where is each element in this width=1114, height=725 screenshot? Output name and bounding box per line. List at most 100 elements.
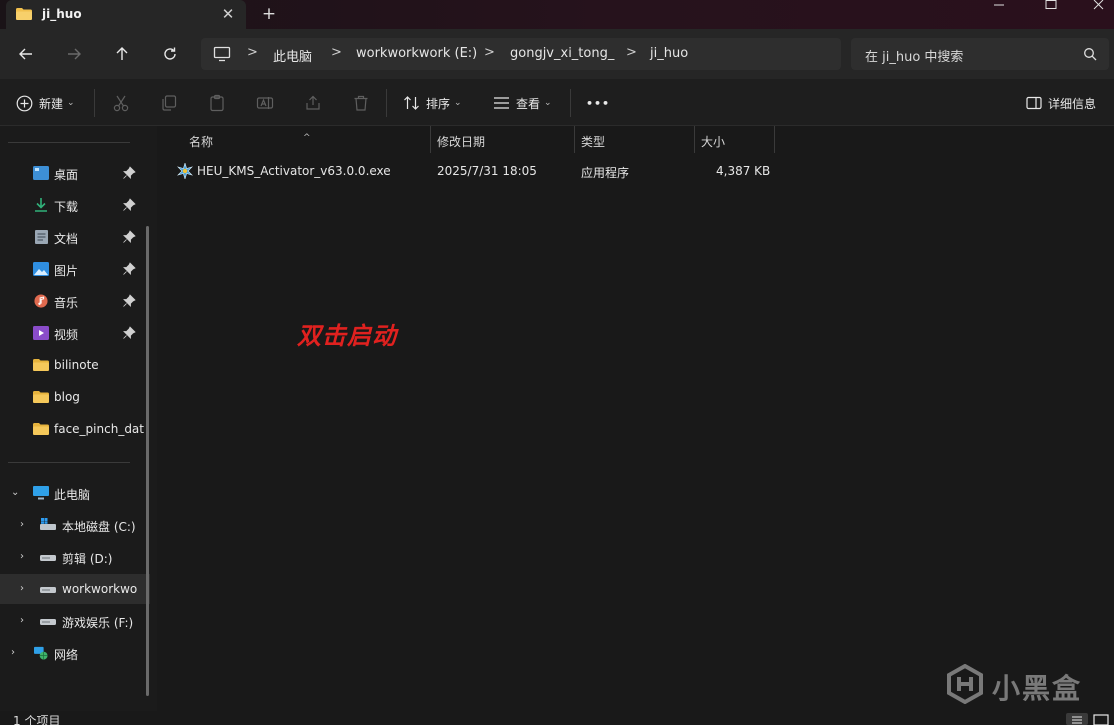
sidebar-item-blog[interactable]: blog [0,382,150,412]
breadcrumb-drive-e[interactable]: workworkwork (E:) [356,46,477,61]
breadcrumb-this-pc[interactable]: 此电脑 [273,46,312,65]
new-tab-button[interactable]: + [258,4,280,24]
close-icon[interactable] [1076,0,1114,10]
sidebar-item-desktop[interactable]: 桌面 [0,158,150,188]
plus-circle-icon [16,95,33,111]
music-icon [34,294,48,308]
pin-icon[interactable] [122,262,136,276]
file-type: 应用程序 [581,166,630,180]
sidebar-item-label: 本地磁盘 (C:) [62,520,136,534]
breadcrumb-separator: > [484,45,495,60]
column-header-size[interactable]: 大小 [695,126,774,153]
sort-ascending-icon: ^ [303,133,311,143]
network-icon [34,646,48,660]
new-button[interactable]: 新建 ⌄ [16,91,75,115]
column-header-name[interactable]: 名称 ^ [157,126,430,153]
share-icon[interactable] [304,94,322,112]
sidebar-item-videos[interactable]: 视频 [0,318,150,348]
sidebar-divider [8,462,130,463]
minimize-icon[interactable] [976,0,1022,10]
maximize-icon[interactable] [1028,0,1074,10]
command-bar: 新建 ⌄ 排序 ⌄ 查看 ⌄ ••• 详细信息 [0,79,1114,126]
sidebar-item-label: workworkwo [62,582,138,596]
tab-close-button[interactable]: ✕ [218,4,238,24]
chevron-down-icon[interactable]: ⌄ [11,487,19,498]
tab-ji-huo[interactable]: ji_huo ✕ [6,0,246,29]
file-row[interactable]: HEU_KMS_Activator_v63.0.0.exe 2025/7/31 … [169,159,779,183]
file-name: HEU_KMS_Activator_v63.0.0.exe [197,164,391,178]
sidebar-item-drive-d[interactable]: › 剪辑 (D:) [0,542,150,572]
drive-icon [40,555,56,561]
item-count: 1 个项目 [13,714,61,725]
sidebar-item-music[interactable]: 音乐 [0,286,150,316]
chevron-right-icon[interactable]: › [20,615,24,626]
chevron-right-icon[interactable]: › [20,519,24,530]
pin-icon[interactable] [122,294,136,308]
file-modified: 2025/7/31 18:05 [437,164,537,178]
sidebar-item-this-pc[interactable]: ⌄ 此电脑 [0,478,150,508]
sidebar-item-drive-f[interactable]: › 游戏娱乐 (F:) [0,606,150,636]
new-label: 新建 [39,96,64,111]
chevron-right-icon[interactable]: › [20,551,24,562]
sidebar-item-pictures[interactable]: 图片 [0,254,150,284]
file-size: 4,387 KB [716,164,771,178]
download-icon [35,198,47,212]
search-input[interactable]: 在 ji_huo 中搜索 [851,38,1109,70]
sidebar-item-downloads[interactable]: 下载 [0,190,150,220]
large-icons-view-icon[interactable] [1092,713,1110,725]
sidebar-item-bilinote[interactable]: bilinote [0,350,150,380]
forward-button[interactable] [61,41,87,67]
copy-icon[interactable] [160,94,178,112]
address-bar[interactable]: > 此电脑 > workworkwork (E:) > gongjv_xi_to… [201,38,841,70]
sidebar-item-label: 桌面 [54,168,79,182]
pin-icon[interactable] [122,198,136,212]
more-options-button[interactable]: ••• [586,91,610,115]
chevron-right-icon[interactable]: › [20,583,24,594]
sidebar-item-label: 视频 [54,328,79,342]
sidebar-item-drive-c[interactable]: › 本地磁盘 (C:) [0,510,150,540]
back-button[interactable] [13,41,39,67]
column-header-label: 修改日期 [437,135,486,149]
column-divider[interactable] [774,126,775,153]
sidebar-item-network[interactable]: › 网络 [0,638,150,668]
view-button[interactable]: 查看 ⌄ [493,91,552,115]
more-icon: ••• [586,96,611,110]
sort-button[interactable]: 排序 ⌄ [403,91,462,115]
sidebar-divider [8,142,130,143]
sidebar-item-label: 游戏娱乐 (F:) [62,616,134,630]
cut-icon[interactable] [112,94,130,112]
breadcrumb-ji-huo[interactable]: ji_huo [650,46,688,61]
chevron-right-icon[interactable]: › [11,647,15,658]
sidebar-scrollbar[interactable] [146,226,149,696]
annotation-text: 双击启动 [297,322,397,350]
refresh-button[interactable] [157,41,183,67]
watermark: 小黑盒 [946,662,1086,708]
delete-icon[interactable] [352,94,370,112]
search-placeholder: 在 ji_huo 中搜索 [865,50,964,65]
pin-icon[interactable] [122,326,136,340]
details-view-icon[interactable] [1066,713,1088,725]
pictures-icon [33,262,49,276]
sidebar-item-face-pinch[interactable]: face_pinch_dat [0,414,150,444]
view-toggle [1066,713,1112,725]
divider [94,89,95,117]
column-header-type[interactable]: 类型 [575,126,694,153]
rename-icon[interactable] [256,94,274,112]
sidebar-item-drive-e[interactable]: › workworkwo [0,574,150,604]
document-icon [35,230,48,244]
computer-icon [213,46,231,62]
refresh-icon [164,47,176,60]
arrow-up-icon [116,47,128,60]
breadcrumb-separator: > [331,45,342,60]
pin-icon[interactable] [122,230,136,244]
pin-icon[interactable] [122,166,136,180]
paste-icon[interactable] [208,94,226,112]
column-header-modified[interactable]: 修改日期 [431,126,575,153]
sidebar-item-documents[interactable]: 文档 [0,222,150,252]
breadcrumb-gongjv[interactable]: gongjv_xi_tong_ [510,46,614,61]
status-bar: 1 个项目 [0,711,1114,725]
details-pane-button[interactable]: 详细信息 [1026,91,1096,115]
sidebar-item-label: 文档 [54,232,79,246]
up-button[interactable] [109,41,135,67]
exe-app-icon [177,163,193,179]
